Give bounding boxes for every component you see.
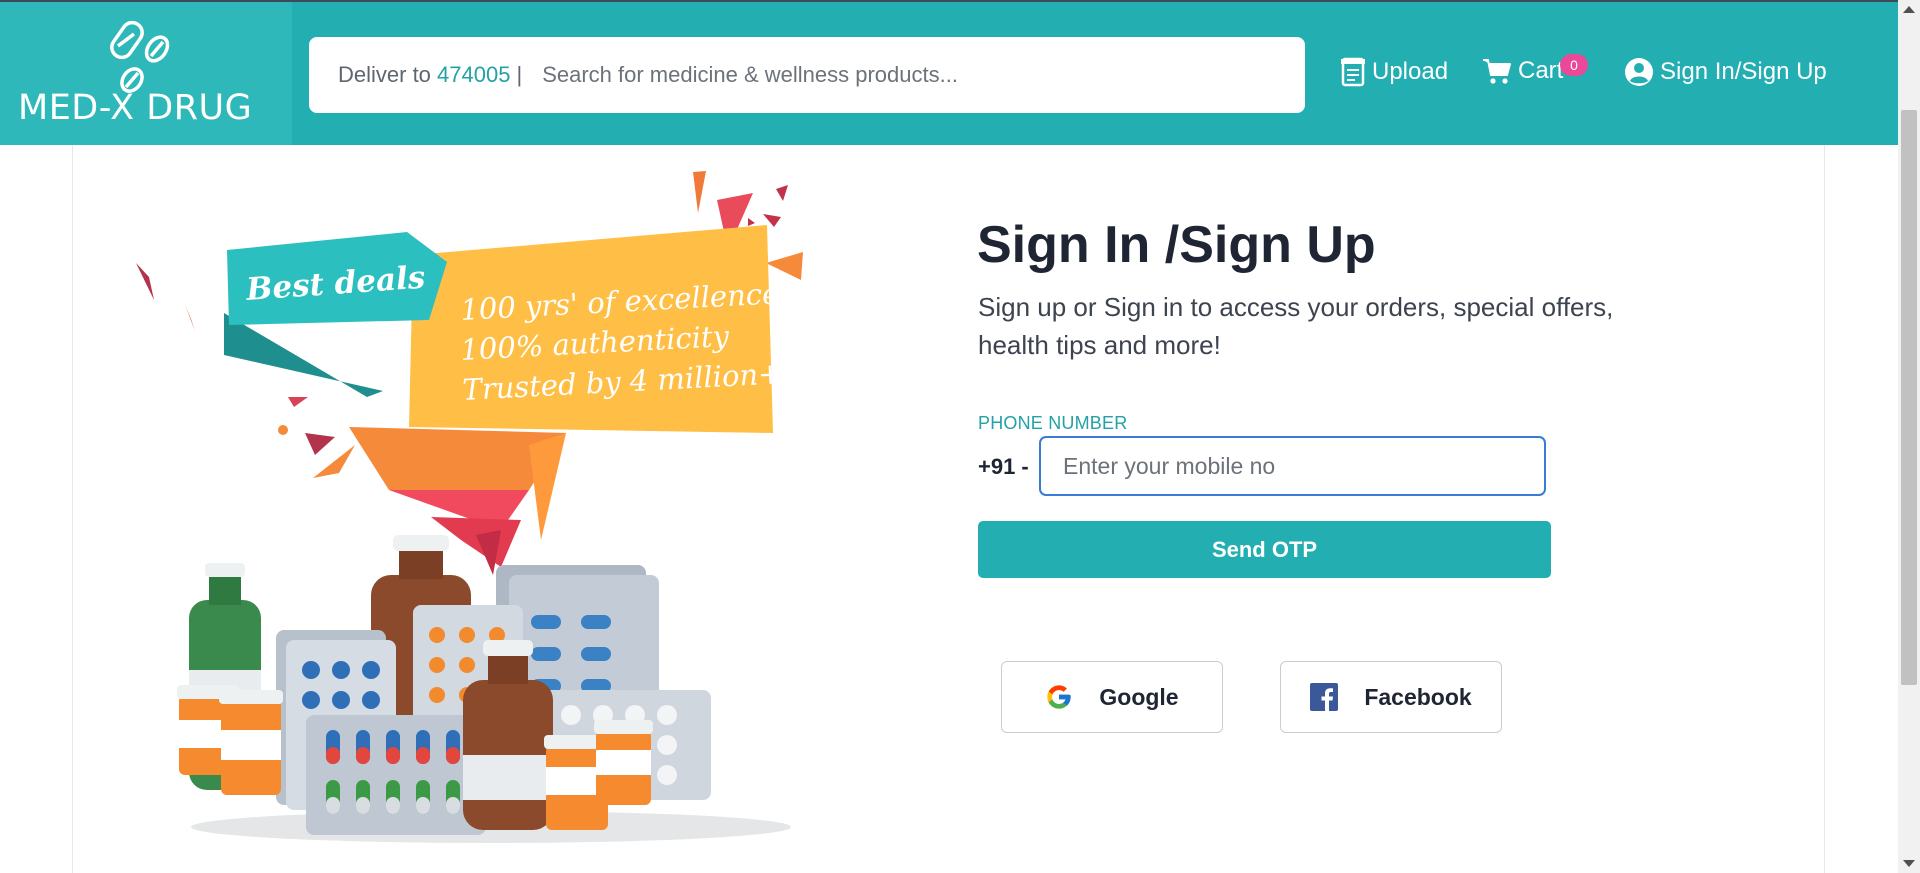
page-scrollbar[interactable] xyxy=(1898,0,1920,873)
upload-prescription-icon xyxy=(1341,57,1365,87)
pill-logo-icon xyxy=(110,20,170,93)
scroll-up-arrow-icon[interactable] xyxy=(1903,6,1915,13)
cart-label: Cart xyxy=(1518,57,1564,84)
scrollbar-thumb[interactable] xyxy=(1901,110,1917,685)
scroll-down-arrow-icon[interactable] xyxy=(1903,860,1915,867)
search-bar: Deliver to 474005 | xyxy=(309,37,1305,113)
upload-label: Upload xyxy=(1372,58,1449,85)
send-otp-button[interactable]: Send OTP xyxy=(978,521,1551,578)
page-title: Sign In /Sign Up xyxy=(977,216,1376,274)
upload-prescription-link[interactable]: Upload xyxy=(1340,57,1448,87)
cart-icon xyxy=(1483,59,1511,84)
mobile-number-input[interactable] xyxy=(1039,436,1546,496)
facebook-icon xyxy=(1310,683,1339,711)
deliver-location[interactable]: Deliver to 474005 xyxy=(338,62,510,88)
signin-signup-link[interactable]: Sign In/Sign Up xyxy=(1624,57,1827,87)
search-input[interactable] xyxy=(542,62,1223,88)
signin-card: 100 yrs' of excellence 100% authenticity… xyxy=(72,145,1825,873)
pincode-link[interactable]: 474005 xyxy=(437,62,510,87)
signin-label: Sign In/Sign Up xyxy=(1660,58,1827,85)
google-icon xyxy=(1047,685,1072,709)
country-code: +91 - xyxy=(978,454,1029,479)
banner-tail xyxy=(349,427,566,575)
phone-number-label: PHONE NUMBER xyxy=(978,413,1128,433)
medicine-products xyxy=(177,535,711,835)
cart-count-badge: 0 xyxy=(1560,54,1588,76)
page-subtitle: Sign up or Sign in to access your orders… xyxy=(978,292,1614,360)
google-login-button[interactable]: Google xyxy=(1001,661,1223,733)
user-circle-icon xyxy=(1625,58,1653,86)
brand-name: MED-X DRUG xyxy=(18,88,253,128)
best-deals-illustration: 100 yrs' of excellence 100% authenticity… xyxy=(136,171,803,843)
cart-link[interactable]: Cart xyxy=(1482,57,1563,85)
google-label: Google xyxy=(1099,683,1179,710)
brand-logo[interactable]: MED-X DRUG xyxy=(0,2,292,145)
facebook-label: Facebook xyxy=(1364,683,1472,710)
deliver-prefix: Deliver to xyxy=(338,62,431,87)
deliver-separator: | xyxy=(516,62,523,87)
top-navbar: MED-X DRUG Deliver to 474005 | Upload Ca… xyxy=(0,2,1898,145)
facebook-login-button[interactable]: Facebook xyxy=(1280,661,1502,733)
